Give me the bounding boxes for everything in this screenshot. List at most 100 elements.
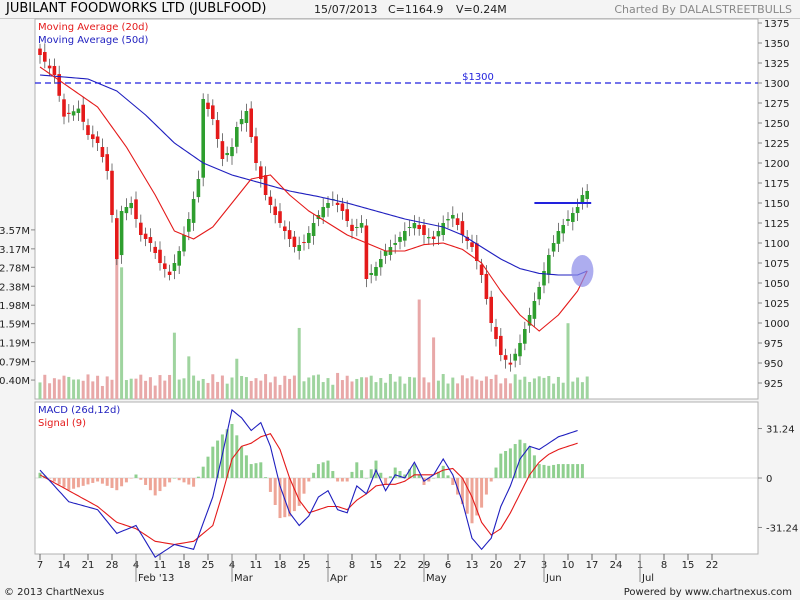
macd-histogram-bar [158,478,162,492]
candle-up [374,267,378,276]
volume-bar [57,379,61,399]
volume-bar [585,376,589,399]
macd-histogram-bar [129,478,133,479]
macd-histogram-bar [235,435,239,478]
candle-up [566,219,570,222]
volume-bar [134,378,138,399]
candle-down [455,218,460,225]
candle-down [287,230,292,239]
candle-down [278,211,282,223]
volume-bar [216,381,220,399]
volume-tick-label: 3.17M [0,245,30,256]
volume-bar [148,377,152,399]
candle-down [417,224,421,229]
macd-histogram-bar [81,478,85,486]
candle-up [71,111,76,116]
macd-histogram-bar [484,478,488,495]
macd-histogram-bar [148,478,152,491]
x-tick-label: 13 [466,560,479,571]
volume-bar [523,376,527,399]
volume-bar [513,374,517,399]
volume-bar [369,375,373,399]
volume-bar [96,375,100,399]
volume-tick-label: 1.59M [0,320,30,331]
copyright-label: © 2013 ChartNexus [4,587,105,598]
candle-down [211,105,215,119]
volume-bar [163,380,167,399]
macd-histogram-bar [360,470,364,478]
macd-histogram-bar [326,460,330,478]
macd-histogram-bar [369,469,373,478]
highlight-ellipse [571,255,594,287]
month-label: Jul [641,573,654,584]
volume-bar [249,380,253,399]
macd-histogram-bar [264,477,268,478]
macd-histogram-bar [432,478,436,479]
x-tick-label: 22 [706,560,719,571]
macd-tick-label: 31.24 [766,425,795,436]
candle-up [556,231,561,244]
candle-up [547,255,551,275]
price-tick-label: 1200 [764,159,789,170]
x-tick-label: 15 [370,560,383,571]
volume-bar [566,323,570,399]
macd-histogram-bar [211,446,215,478]
volume-bar [345,375,349,399]
x-tick-label: 21 [82,560,95,571]
resistance-1300-label: $1300 [462,72,494,83]
candle-down [57,74,61,96]
volume-bar [86,374,90,399]
volume-bar [561,382,565,399]
macd-histogram-bar [52,478,56,482]
macd-histogram-bar [91,478,95,483]
price-tick-label: 1325 [764,59,789,70]
candle-down [345,209,349,221]
volume-bar [230,377,234,399]
price-tick-label: 1125 [764,219,789,230]
volume-bar [576,377,580,399]
candle-up [359,223,364,228]
candle-up [551,243,556,252]
candle-up [441,223,445,235]
price-tick-label: 1050 [764,279,789,290]
candle-down [273,206,277,215]
macd-histogram-bar [292,478,296,512]
volume-bar [273,376,277,399]
candle-down [268,196,273,205]
macd-histogram-bar [134,474,138,478]
candle-up [182,235,186,252]
volume-tick-label: 2.78M [0,263,30,274]
candle-down [143,233,148,239]
macd-histogram-bar [580,464,584,478]
price-tick-label: 1375 [764,19,789,30]
macd-histogram-bar [340,478,344,482]
volume-bar [254,378,258,399]
macd-histogram-bar [230,424,234,478]
macd-histogram-bar [302,478,306,494]
volume-bar [220,375,224,399]
volume-bar [240,375,244,399]
price-tick-label: 1000 [764,319,789,330]
candle-down [508,362,513,365]
candle-down [503,355,508,360]
candle-up [369,273,373,276]
candle-up [451,215,455,219]
candle-down [364,225,369,279]
candle-down [67,112,71,114]
volume-bar [465,378,469,399]
macd-histogram-bar [206,456,210,478]
candle-down [38,48,42,55]
macd-histogram-bar [172,478,176,479]
volume-bar [182,378,186,399]
volume-tick-label: 0.40M [0,376,30,387]
volume-bar [268,382,272,399]
macd-histogram-bar [153,478,157,496]
volume-bar [532,378,536,399]
x-tick-label: 25 [298,560,311,571]
volume-bar [537,376,541,399]
macd-histogram-bar [177,478,181,481]
volume-bar [129,378,133,399]
candle-down [110,170,114,215]
volume-bar [393,381,397,399]
volume-bar [542,377,546,399]
